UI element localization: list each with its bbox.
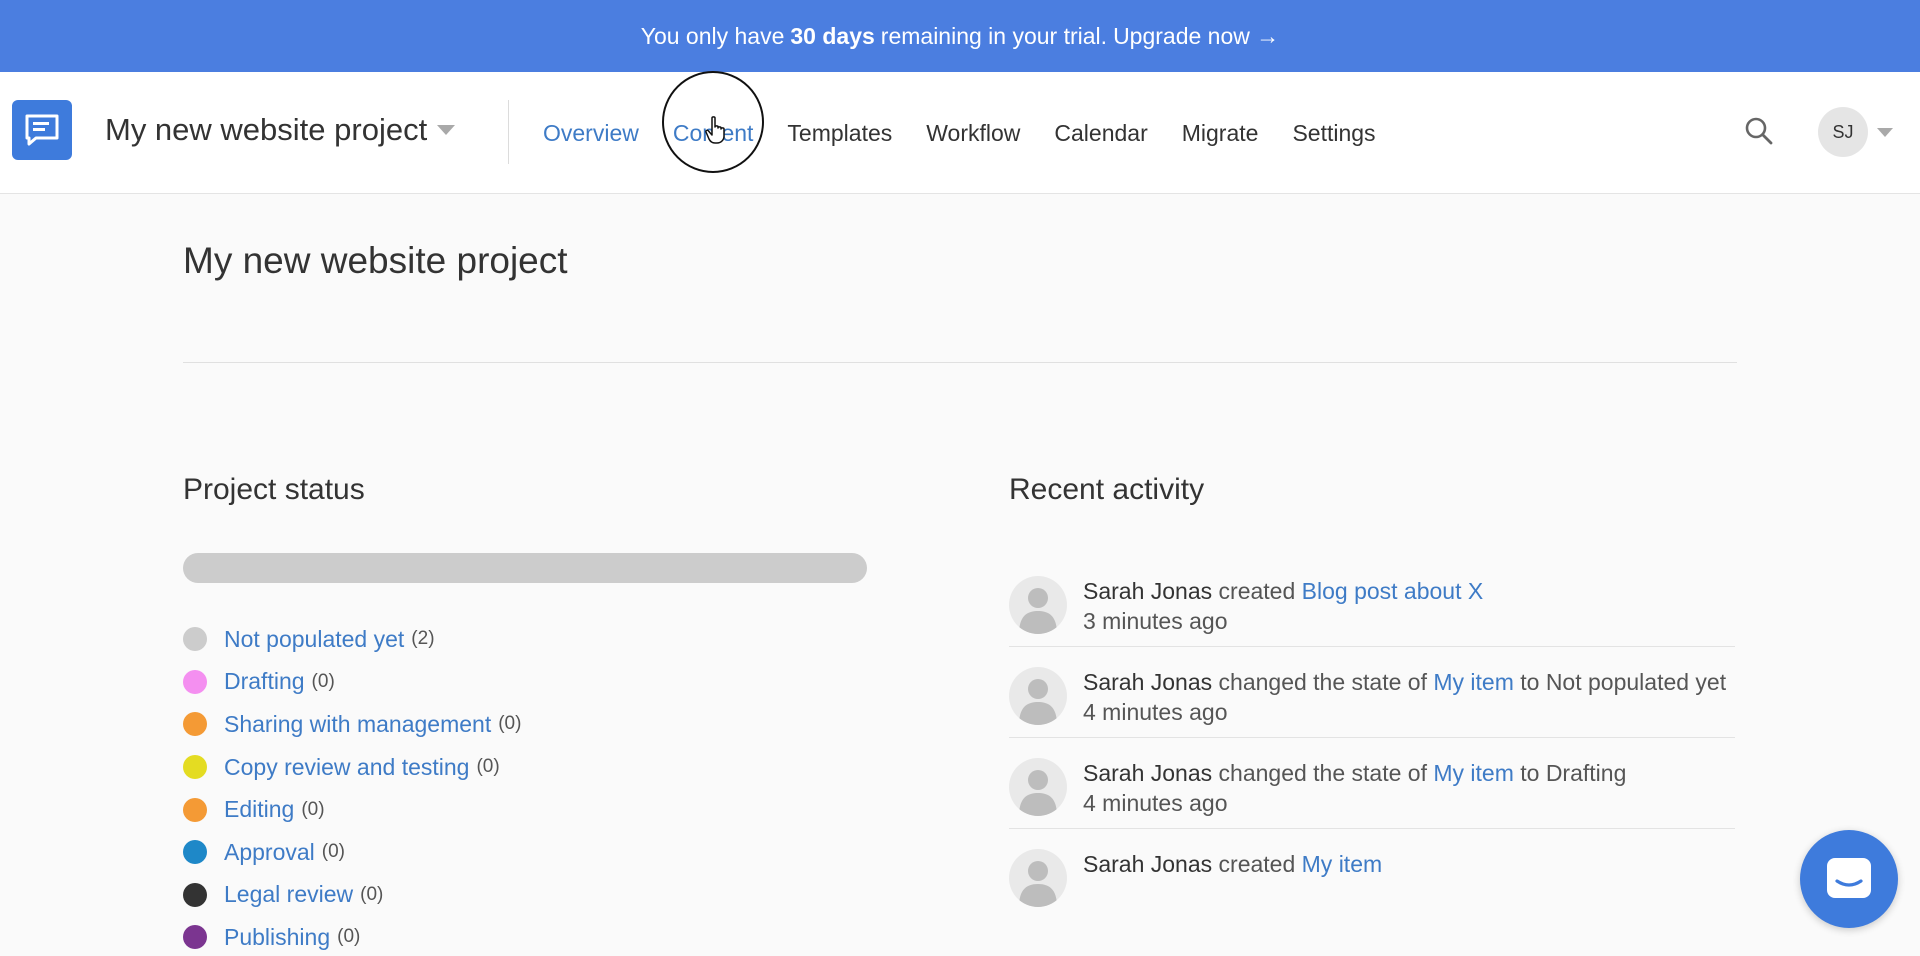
activity-item: Sarah Jonas created My item	[1009, 829, 1735, 917]
recent-activity-title: Recent activity	[1009, 473, 1205, 506]
top-header: My new website project Overview Content …	[0, 72, 1920, 194]
activity-action: changed the state of	[1218, 669, 1427, 695]
status-color-dot	[183, 840, 207, 865]
nav-settings[interactable]: Settings	[1292, 120, 1375, 147]
status-label[interactable]: Copy review and testing	[224, 754, 469, 781]
activity-target-link[interactable]: Blog post about X	[1302, 578, 1484, 604]
page-title: My new website project	[183, 240, 568, 281]
trial-banner-middle: remaining in your trial.	[880, 22, 1108, 49]
chat-icon	[1827, 858, 1871, 898]
activity-timestamp: 3 minutes ago	[1083, 608, 1228, 634]
status-label[interactable]: Not populated yet	[224, 626, 404, 653]
status-color-dot	[183, 712, 207, 737]
status-count: (0)	[321, 841, 346, 863]
status-count: (0)	[311, 670, 335, 692]
status-item[interactable]: Drafting (0)	[183, 661, 521, 704]
status-label[interactable]: Publishing	[224, 924, 330, 951]
chat-launcher-button[interactable]	[1800, 830, 1898, 928]
status-color-dot	[183, 797, 207, 822]
chevron-down-icon	[437, 125, 456, 135]
status-count: (0)	[476, 756, 500, 778]
user-avatar[interactable]: SJ	[1818, 107, 1868, 157]
activity-text: Sarah Jonas changed the state of My item…	[1083, 758, 1626, 818]
status-count: (0)	[360, 883, 384, 905]
user-avatar-icon	[1009, 667, 1067, 725]
status-color-dot	[183, 669, 207, 694]
upgrade-link[interactable]: Upgrade now →	[1113, 23, 1279, 50]
activity-target-link[interactable]: My item	[1433, 669, 1514, 695]
activity-user: Sarah Jonas	[1083, 669, 1213, 695]
activity-timestamp: 4 minutes ago	[1083, 790, 1228, 816]
nav-workflow[interactable]: Workflow	[926, 120, 1020, 147]
search-icon[interactable]	[1744, 116, 1774, 146]
nav-templates[interactable]: Templates	[787, 120, 892, 147]
status-item[interactable]: Approval (0)	[183, 831, 521, 874]
activity-text: Sarah Jonas created Blog post about X 3 m…	[1083, 576, 1483, 636]
activity-item: Sarah Jonas changed the state of My item…	[1009, 738, 1735, 829]
activity-timestamp: 4 minutes ago	[1083, 699, 1228, 725]
section-divider	[183, 362, 1737, 363]
status-label[interactable]: Sharing with management	[224, 711, 491, 738]
activity-suffix: to Drafting	[1520, 760, 1627, 786]
status-count: (0)	[498, 713, 522, 735]
status-label[interactable]: Editing	[224, 796, 294, 823]
trial-banner: You only have 30 days remaining in your …	[0, 0, 1920, 72]
header-divider	[508, 100, 509, 164]
activity-feed: Sarah Jonas created Blog post about X 3 m…	[1009, 576, 1735, 917]
activity-user: Sarah Jonas	[1083, 851, 1213, 877]
status-label[interactable]: Legal review	[224, 881, 353, 908]
nav-content[interactable]: Content	[673, 120, 754, 147]
activity-action: created	[1218, 851, 1296, 877]
status-label[interactable]: Approval	[224, 839, 315, 866]
activity-user: Sarah Jonas	[1083, 760, 1213, 786]
status-count: (2)	[411, 628, 435, 650]
status-item[interactable]: Legal review (0)	[183, 874, 521, 917]
nav-overview[interactable]: Overview	[543, 120, 639, 147]
chevron-down-icon[interactable]	[1877, 128, 1893, 137]
activity-action: created	[1218, 578, 1296, 604]
user-avatar-icon	[1009, 758, 1067, 816]
project-switcher-label: My new website project	[105, 112, 428, 147]
activity-action: changed the state of	[1218, 760, 1427, 786]
main-nav: Overview Content Templates Workflow Cale…	[543, 120, 1376, 147]
activity-text: Sarah Jonas created My item	[1083, 849, 1382, 907]
activity-item: Sarah Jonas created Blog post about X 3 m…	[1009, 576, 1735, 647]
status-item[interactable]: Publishing (0)	[183, 916, 521, 956]
project-progress-bar	[183, 553, 867, 583]
activity-item: Sarah Jonas changed the state of My item…	[1009, 647, 1735, 738]
status-count: (0)	[337, 926, 361, 948]
activity-target-link[interactable]: My item	[1302, 851, 1383, 877]
nav-migrate[interactable]: Migrate	[1182, 120, 1259, 147]
status-color-dot	[183, 882, 207, 907]
trial-banner-prefix: You only have	[640, 22, 785, 49]
status-label[interactable]: Drafting	[224, 668, 305, 695]
status-color-dot	[183, 925, 207, 950]
status-list: Not populated yet (2) Drafting (0) Sharing w…	[183, 618, 521, 956]
activity-target-link[interactable]: My item	[1433, 760, 1514, 786]
project-status-title: Project status	[183, 473, 365, 506]
activity-user: Sarah Jonas	[1083, 578, 1213, 604]
user-avatar-icon	[1009, 576, 1067, 634]
status-item[interactable]: Copy review and testing (0)	[183, 746, 521, 789]
activity-text: Sarah Jonas changed the state of My item…	[1083, 667, 1726, 727]
status-item[interactable]: Not populated yet (2)	[183, 618, 521, 661]
status-color-dot	[183, 627, 207, 652]
status-count: (0)	[301, 798, 325, 820]
activity-suffix: to Not populated yet	[1520, 669, 1727, 695]
status-color-dot	[183, 755, 207, 780]
app-logo-icon[interactable]	[12, 100, 72, 160]
status-item[interactable]: Sharing with management (0)	[183, 703, 521, 746]
trial-banner-days: 30 days	[790, 22, 875, 49]
status-item[interactable]: Editing (0)	[183, 788, 521, 831]
nav-calendar[interactable]: Calendar	[1054, 120, 1147, 147]
user-avatar-icon	[1009, 849, 1067, 907]
project-switcher[interactable]: My new website project	[105, 112, 456, 148]
